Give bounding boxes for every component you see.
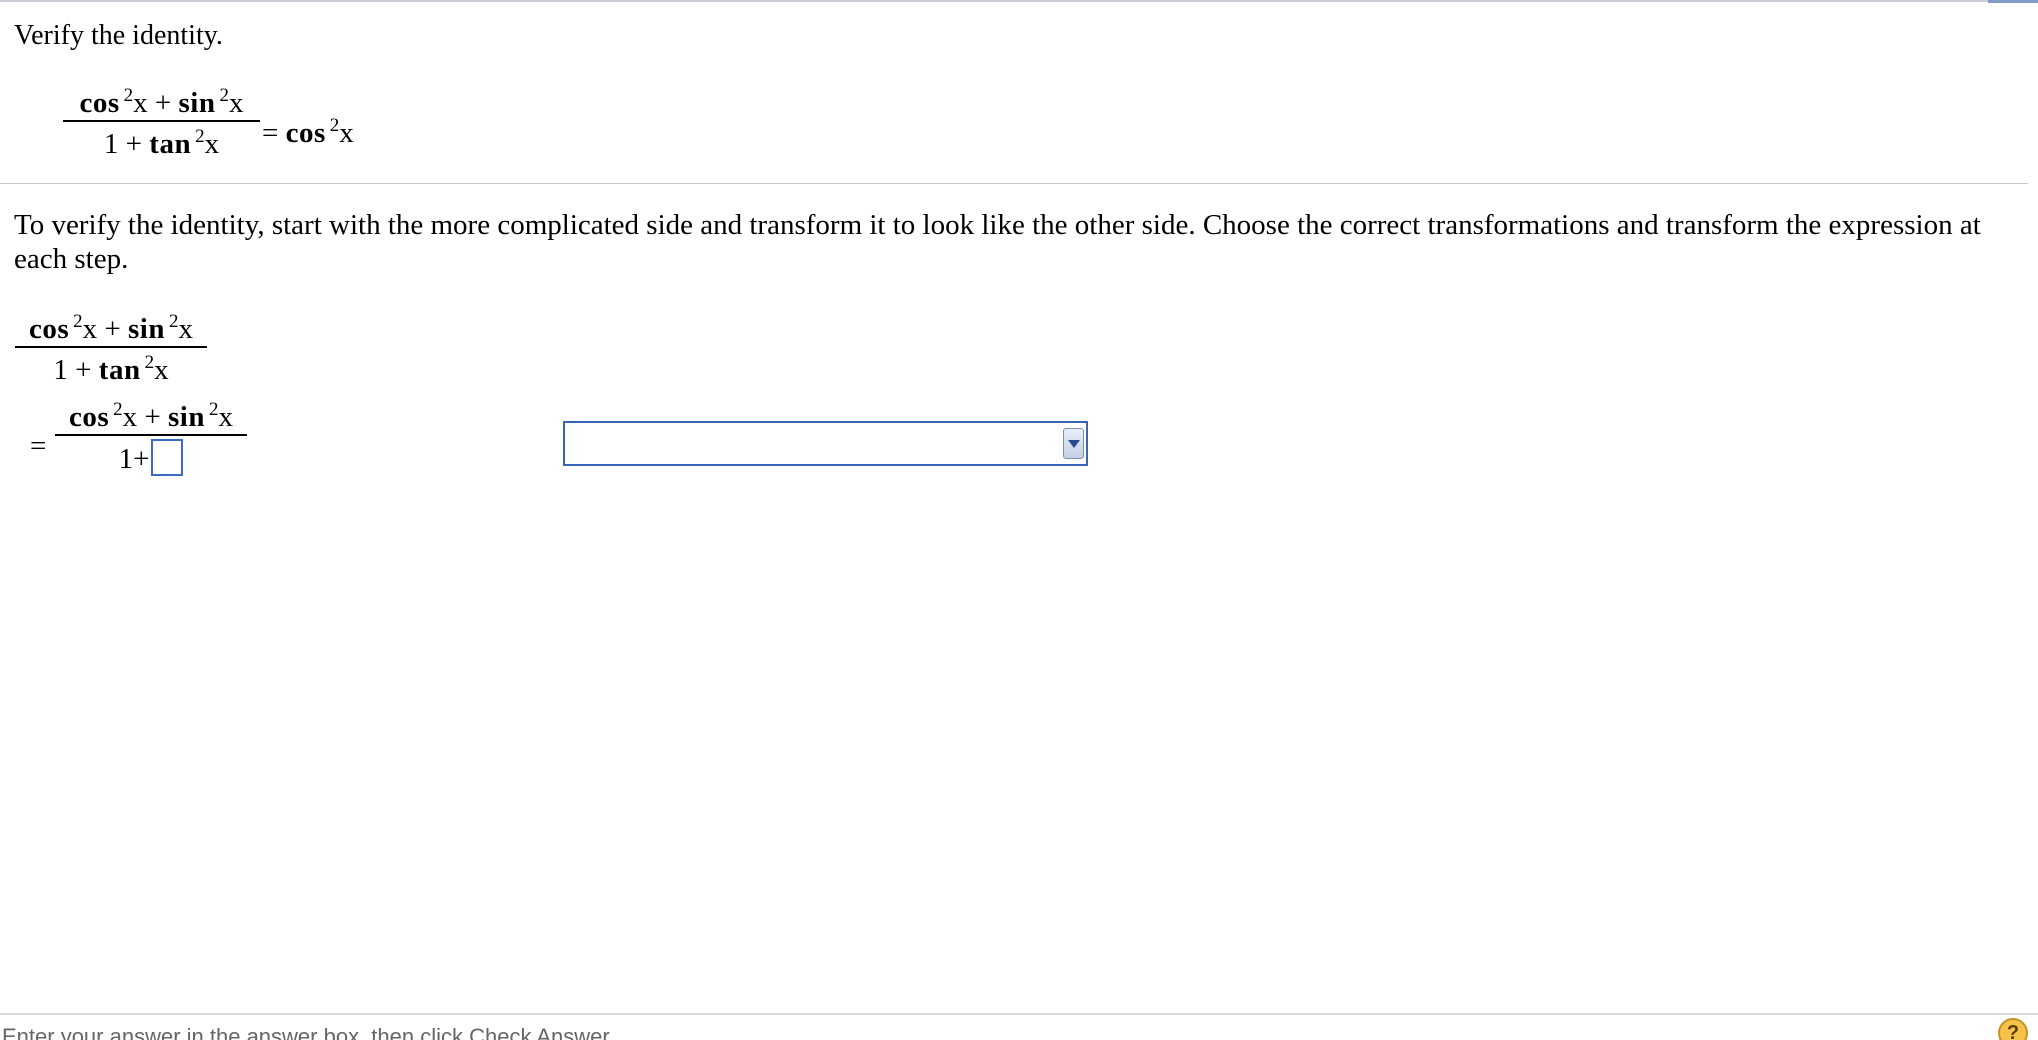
identity-lhs-fraction: cos 2x + sin 2x 1 + tan 2x (63, 86, 260, 161)
transformation-dropdown[interactable] (563, 421, 1088, 466)
chevron-down-icon[interactable] (1063, 428, 1084, 459)
identity-lhs-denominator: 1 + tan 2x (103, 126, 220, 160)
identity-lhs-numerator: cos 2x + sin 2x (79, 85, 244, 119)
answer-input-box[interactable] (151, 439, 184, 476)
work-start-numerator: cos 2x + sin 2x (28, 311, 193, 345)
identity-rhs: = cos 2x (262, 115, 354, 149)
problem-page: Verify the identity. cos 2x + sin 2x 1 + t… (0, 0, 2038, 1040)
footer-hint-text: Enter your answer in the answer box, the… (2, 1024, 615, 1040)
fraction-bar (15, 346, 207, 348)
work-step1-equals: = (30, 430, 47, 462)
work-step1-denominator: 1+ (55, 439, 247, 476)
work-step1-numerator: cos 2x + sin 2x (68, 399, 233, 433)
work-step1-fraction: cos 2x + sin 2x 1+ (55, 400, 247, 476)
section-divider (0, 183, 2028, 184)
footer-divider (0, 1013, 2038, 1015)
fraction-bar (55, 434, 247, 436)
directions-text: To verify the identity, start with the m… (14, 209, 1981, 275)
instruction-text: Verify the identity. (14, 20, 223, 51)
help-icon[interactable]: ? (1998, 1018, 2028, 1040)
work-start-denominator: 1 + tan 2x (53, 352, 169, 386)
fraction-bar (63, 120, 260, 122)
top-rule-accent (1988, 0, 2038, 3)
work-start-fraction: cos 2x + sin 2x 1 + tan 2x (15, 312, 207, 387)
top-rule (0, 0, 2038, 2)
